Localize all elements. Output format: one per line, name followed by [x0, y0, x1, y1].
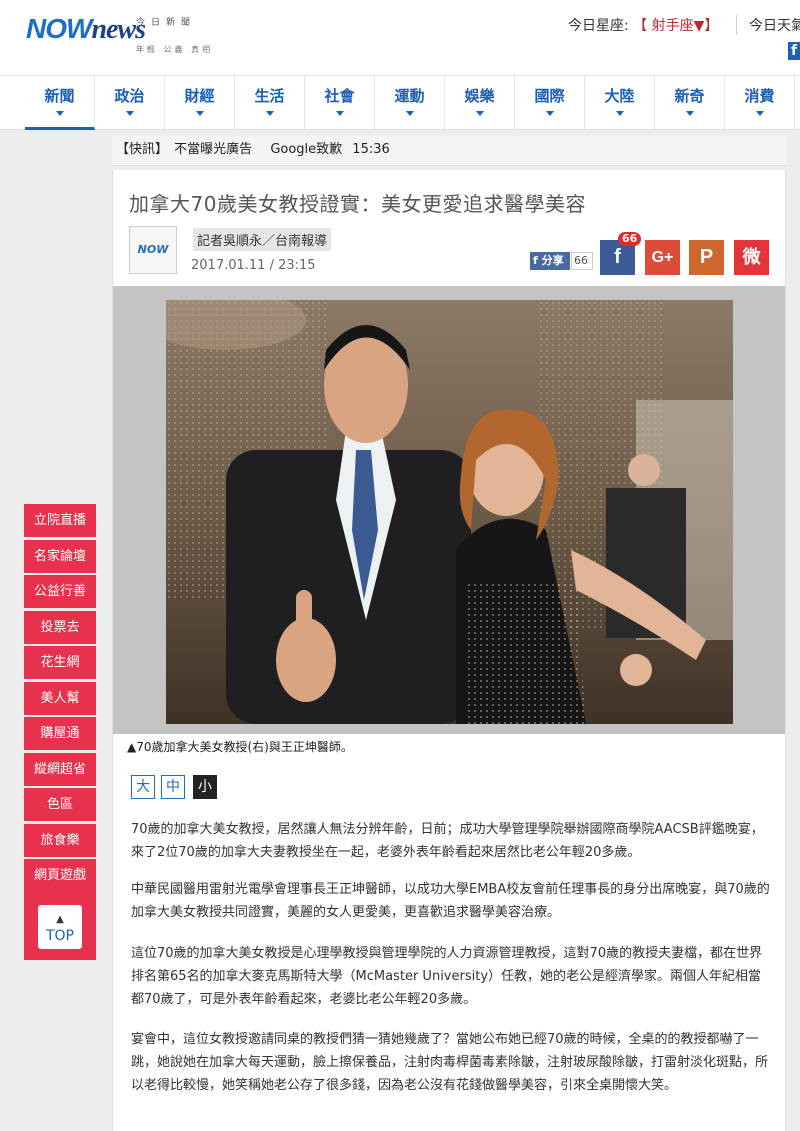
fb-share-count: 66 [571, 252, 593, 270]
top-label: TOP [45, 928, 74, 944]
article-card: 加拿大70歲美女教授證實：美女更愛追求醫學美容 NOW news 記者吳順永／台… [112, 170, 786, 1131]
side-menu-item[interactable]: 網頁遊戲 [24, 859, 96, 892]
caret-down-icon [615, 111, 624, 116]
side-menu-item[interactable]: 縱網超省 [24, 752, 96, 786]
photo-caption: ▲70歲加拿大美女教授(右)與王正坤醫師。 [127, 740, 353, 754]
site-logo[interactable]: NOWnews 今日新聞 年輕 公義 真相 [26, 14, 221, 58]
horoscope-label: 今日星座: [568, 18, 629, 34]
publish-date: 2017.01.11 / 23:15 [191, 258, 316, 273]
horoscope-sign[interactable]: 【 射手座▼】 [633, 18, 718, 34]
logo-slogan: 年輕 公義 真相 [136, 45, 214, 54]
caret-down-icon [685, 111, 694, 116]
nav-item-label: 運動 [394, 87, 425, 105]
back-to-top-button[interactable]: ▲ TOP [38, 905, 82, 949]
nav-item[interactable]: 生活 [235, 76, 305, 130]
font-size-large-button[interactable]: 大 [131, 775, 155, 799]
nav-item[interactable]: 財經 [165, 76, 235, 130]
font-size-medium-button[interactable]: 中 [161, 775, 185, 799]
back-to-top-panel: ▲ TOP [24, 890, 96, 960]
nav-item-label: 財經 [184, 87, 215, 105]
nav-item[interactable]: 社會 [305, 76, 375, 130]
nav-item[interactable]: 政治 [95, 76, 165, 130]
nav-item-label: 新奇 [674, 87, 705, 105]
caret-down-icon [755, 111, 764, 116]
flash-item[interactable]: Google致歉 [270, 142, 342, 157]
side-menu-item[interactable]: 旅食樂 [24, 823, 96, 857]
side-menu: 立院直播 名家論壇 公益行善 投票去 花生網 美人幫 購屋通 縱網超省 色區 旅食樂 網頁遊戲 [24, 504, 96, 895]
logo-subtitle: 今日新聞 [136, 18, 197, 28]
nav-item-label: 新聞 [44, 87, 75, 105]
nav-item-label: 生活 [254, 87, 285, 105]
nav-item[interactable]: 消費 [725, 76, 795, 130]
article-paragraph: 70歲的加拿大美女教授，居然讓人無法分辨年齡，日前；成功大學管理學院舉辦國際商學… [131, 822, 764, 860]
side-menu-item[interactable]: 立院直播 [24, 504, 96, 537]
caret-down-icon [405, 111, 414, 116]
side-menu-item[interactable]: 美人幫 [24, 681, 96, 715]
photo-container [113, 286, 785, 734]
nav-item-label: 國際 [534, 87, 565, 105]
side-menu-item[interactable]: 公益行善 [24, 575, 96, 608]
article-paragraph: 中華民國醫用雷射光電學會理事長王正坤醫師，以成功大學EMBA校友會前任理事長的身… [131, 882, 770, 920]
side-menu-item[interactable]: 購屋通 [24, 717, 96, 750]
nav-item-label: 大陸 [604, 87, 635, 105]
horoscope-selector[interactable]: 今日星座: 【 射手座▼】 [568, 15, 718, 35]
nav-item[interactable]: 大陸 [585, 76, 655, 130]
main-nav: 新聞 政治 財經 生活 社會 運動 娛樂 國際 大陸 新奇 消費 [0, 76, 800, 130]
facebook-icon[interactable]: f [788, 42, 800, 60]
caret-down-icon [125, 111, 134, 116]
flash-time: 15:36 [352, 142, 390, 157]
article-paragraph: 宴會中，這位女教授邀請同桌的教授們猜一猜她幾歲了？當她公布她已經70歲的時候，全… [131, 1032, 769, 1093]
plurk-icon[interactable]: P [689, 240, 724, 275]
caret-down-icon [475, 111, 484, 116]
nav-item-label: 娛樂 [464, 87, 495, 105]
flash-item[interactable]: 不當曝光廣告 [174, 142, 252, 157]
side-menu-item[interactable]: 名家論壇 [24, 539, 96, 573]
side-menu-item[interactable]: 投票去 [24, 610, 96, 644]
share-count-badge: 66 [618, 232, 642, 246]
article-photo [166, 300, 733, 724]
nav-item-label: 政治 [114, 87, 145, 105]
caret-down-icon [545, 111, 554, 116]
nav-item[interactable]: 運動 [375, 76, 445, 130]
caret-down-icon [195, 111, 204, 116]
nav-item[interactable]: 國際 [515, 76, 585, 130]
reporter-byline[interactable]: 記者吳順永／台南報導 [193, 228, 332, 251]
weather-link[interactable]: 今日天氣 [736, 15, 800, 35]
arrow-up-icon: ▲ [56, 914, 64, 925]
nav-item[interactable]: 娛樂 [445, 76, 515, 130]
weibo-icon[interactable]: 微 [734, 240, 769, 275]
font-size-small-button[interactable]: 小 [193, 775, 217, 799]
caret-down-icon [335, 111, 344, 116]
nav-item-label: 社會 [324, 87, 355, 105]
article-title: 加拿大70歲美女教授證實：美女更愛追求醫學美容 [129, 192, 586, 216]
author-avatar: NOW news [129, 226, 177, 302]
caret-down-icon [55, 111, 64, 116]
breaking-news-bar: 【快訊】 不當曝光廣告 Google致歉 15:36 [112, 136, 786, 166]
article-paragraph: 這位70歲的加拿大美女教授是心理學教授與管理學院的人力資源管理教授，這對70歲的… [131, 946, 763, 1007]
flash-label: 【快訊】 [116, 142, 169, 157]
side-menu-item[interactable]: 花生網 [24, 646, 96, 679]
nav-item-label: 消費 [744, 87, 775, 105]
google-plus-icon[interactable]: G+ [645, 240, 680, 275]
fb-share-button[interactable]: f 分享 [530, 252, 570, 270]
nav-item[interactable]: 新奇 [655, 76, 725, 130]
side-menu-item[interactable]: 色區 [24, 788, 96, 821]
nav-item[interactable]: 新聞 [25, 76, 95, 130]
site-header: NOWnews 今日新聞 年輕 公義 真相 今日星座: 【 射手座▼】 今日天氣… [0, 0, 800, 76]
caret-down-icon [265, 111, 274, 116]
